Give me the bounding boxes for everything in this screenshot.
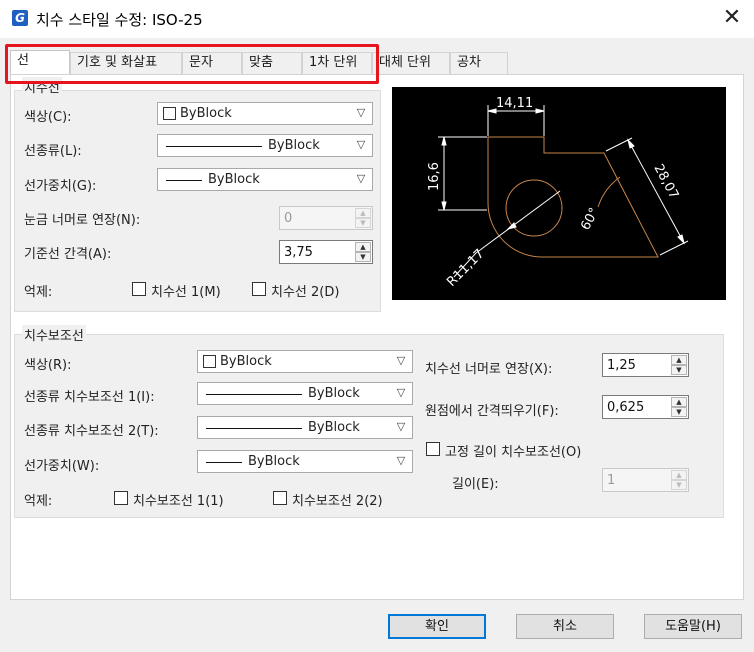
ext-color-value: ByBlock bbox=[220, 354, 272, 369]
preview-angle-arc bbox=[597, 176, 621, 208]
ext-linetype1-combo[interactable]: ByBlock ▽ bbox=[197, 382, 413, 405]
ext-extend-spinner[interactable]: ▲▼ bbox=[602, 353, 689, 377]
lineweight-sample bbox=[166, 180, 202, 181]
tab-symbols-arrows[interactable]: 기호 및 화살표 bbox=[70, 52, 182, 74]
spin-down-icon[interactable]: ▼ bbox=[671, 365, 687, 375]
spin-down-icon[interactable]: ▼ bbox=[671, 480, 687, 490]
spin-down-icon[interactable]: ▼ bbox=[355, 218, 371, 228]
cancel-button[interactable]: 취소 bbox=[516, 614, 614, 639]
tab-lines[interactable]: 선 bbox=[10, 50, 70, 74]
preview-dim-top: 14,11 bbox=[496, 96, 533, 111]
suppress-dim-line-2-checkbox[interactable] bbox=[252, 282, 266, 296]
ext-lines-group-title: 치수보조선 bbox=[22, 325, 86, 344]
suppress-dim-line-2-label[interactable]: 치수선 2(D) bbox=[271, 281, 339, 300]
spin-down-icon[interactable]: ▼ bbox=[355, 252, 371, 262]
chevron-down-icon: ▽ bbox=[396, 420, 406, 433]
tab-strip: 선 기호 및 화살표 문자 맞춤 1차 단위 대체 단위 공차 bbox=[10, 50, 510, 75]
chevron-down-icon: ▽ bbox=[396, 386, 406, 399]
dim-lineweight-combo[interactable]: ByBlock ▽ bbox=[157, 168, 373, 191]
suppress-ext-line-2-checkbox[interactable] bbox=[273, 491, 287, 505]
dim-linetype-label: 선종류(L): bbox=[24, 144, 82, 159]
fixed-length-checkbox[interactable] bbox=[426, 442, 440, 456]
ext-color-combo[interactable]: ByBlock ▽ bbox=[197, 350, 413, 373]
spin-up-icon[interactable]: ▲ bbox=[355, 208, 371, 218]
dim-baseline-spinner[interactable]: ▲▼ bbox=[279, 240, 373, 264]
chevron-down-icon: ▽ bbox=[356, 138, 366, 151]
preview-geometry bbox=[487, 136, 659, 258]
suppress-dim-line-1-checkbox[interactable] bbox=[132, 282, 146, 296]
dim-baseline-label: 기준선 간격(A): bbox=[24, 247, 112, 262]
ext-lineweight-value: ByBlock bbox=[248, 454, 300, 469]
spin-up-icon[interactable]: ▲ bbox=[671, 470, 687, 480]
dim-lineweight-value: ByBlock bbox=[208, 172, 260, 187]
ext-linetype2-combo[interactable]: ByBlock ▽ bbox=[197, 416, 413, 439]
lineweight-sample bbox=[206, 462, 242, 463]
color-swatch bbox=[163, 107, 176, 120]
suppress-ext-line-1-label[interactable]: 치수보조선 1(1) bbox=[133, 490, 224, 509]
dim-linetype-value: ByBlock bbox=[268, 138, 320, 153]
suppress-ext-line-2-label[interactable]: 치수보조선 2(2) bbox=[292, 490, 383, 509]
dimension-preview: 14,11 16,6 28,07 60° R11,17 bbox=[392, 87, 726, 300]
dim-linetype-combo[interactable]: ByBlock ▽ bbox=[157, 134, 373, 157]
ext-offset-label: 원점에서 간격띄우기(F): bbox=[425, 404, 559, 419]
ext-linetype2-label: 선종류 치수보조선 2(T): bbox=[24, 424, 159, 439]
chevron-down-icon: ▽ bbox=[396, 454, 406, 467]
ext-color-label: 색상(R): bbox=[24, 358, 72, 373]
preview-dim-diag: 28,07 bbox=[650, 162, 681, 202]
chevron-down-icon: ▽ bbox=[356, 106, 366, 119]
tab-text[interactable]: 문자 bbox=[182, 52, 242, 74]
ext-extend-label: 치수선 너머로 연장(X): bbox=[425, 362, 553, 377]
ext-linetype1-label: 선종류 치수보조선 1(I): bbox=[24, 390, 155, 405]
ext-offset-spinner[interactable]: ▲▼ bbox=[602, 395, 689, 419]
app-icon: G bbox=[12, 10, 28, 26]
color-swatch bbox=[203, 355, 216, 368]
fixed-length-label[interactable]: 고정 길이 치수보조선(O) bbox=[445, 441, 581, 460]
ext-suppress-label: 억제: bbox=[24, 494, 53, 509]
spin-down-icon[interactable]: ▼ bbox=[671, 407, 687, 417]
ext-length-label: 길이(E): bbox=[452, 477, 499, 492]
dim-color-value: ByBlock bbox=[180, 106, 232, 121]
preview-drawing: 14,11 16,6 28,07 60° R11,17 bbox=[427, 96, 689, 290]
tab-primary-units[interactable]: 1차 단위 bbox=[302, 52, 372, 74]
dim-lineweight-label: 선가중치(G): bbox=[24, 179, 97, 194]
dim-extend-label: 눈금 너머로 연장(N): bbox=[24, 213, 141, 228]
preview-dim-left: 16,6 bbox=[427, 162, 442, 191]
window-title: 치수 스타일 수정: ISO-25 bbox=[36, 11, 203, 29]
dim-color-combo[interactable]: ByBlock ▽ bbox=[157, 102, 373, 125]
spin-up-icon[interactable]: ▲ bbox=[355, 242, 371, 252]
preview-dim-radius: R11,17 bbox=[444, 247, 487, 290]
chevron-down-icon: ▽ bbox=[396, 354, 406, 367]
suppress-dim-line-1-label[interactable]: 치수선 1(M) bbox=[151, 281, 221, 300]
ext-length-spinner[interactable]: ▲▼ bbox=[602, 468, 689, 492]
preview-labels: 14,11 16,6 28,07 60° R11,17 bbox=[427, 96, 681, 290]
ext-lineweight-label: 선가중치(W): bbox=[24, 459, 100, 474]
linetype-sample bbox=[206, 394, 302, 395]
ext-lineweight-combo[interactable]: ByBlock ▽ bbox=[197, 450, 413, 473]
dim-color-label: 색상(C): bbox=[24, 110, 72, 125]
help-button[interactable]: 도움말(H) bbox=[644, 614, 742, 639]
chevron-down-icon: ▽ bbox=[356, 172, 366, 185]
dim-extend-spinner[interactable]: ▲▼ bbox=[279, 206, 373, 230]
tab-tolerances[interactable]: 공차 bbox=[450, 52, 508, 74]
ext-linetype2-value: ByBlock bbox=[308, 420, 360, 435]
preview-part-outline bbox=[487, 136, 659, 258]
suppress-ext-line-1-checkbox[interactable] bbox=[114, 491, 128, 505]
preview-dim-angle: 60° bbox=[578, 205, 602, 232]
linetype-sample bbox=[206, 428, 302, 429]
ext-linetype1-value: ByBlock bbox=[308, 386, 360, 401]
spin-up-icon[interactable]: ▲ bbox=[671, 397, 687, 407]
dim-suppress-label: 억제: bbox=[24, 285, 53, 300]
close-icon[interactable]: ✕ bbox=[714, 4, 750, 32]
ok-button[interactable]: 확인 bbox=[388, 614, 486, 639]
spin-up-icon[interactable]: ▲ bbox=[671, 355, 687, 365]
linetype-sample bbox=[166, 146, 262, 147]
tab-fit[interactable]: 맞춤 bbox=[242, 52, 302, 74]
dim-lines-group-title: 치수선 bbox=[22, 77, 62, 96]
tab-alternate-units[interactable]: 대체 단위 bbox=[372, 52, 450, 74]
